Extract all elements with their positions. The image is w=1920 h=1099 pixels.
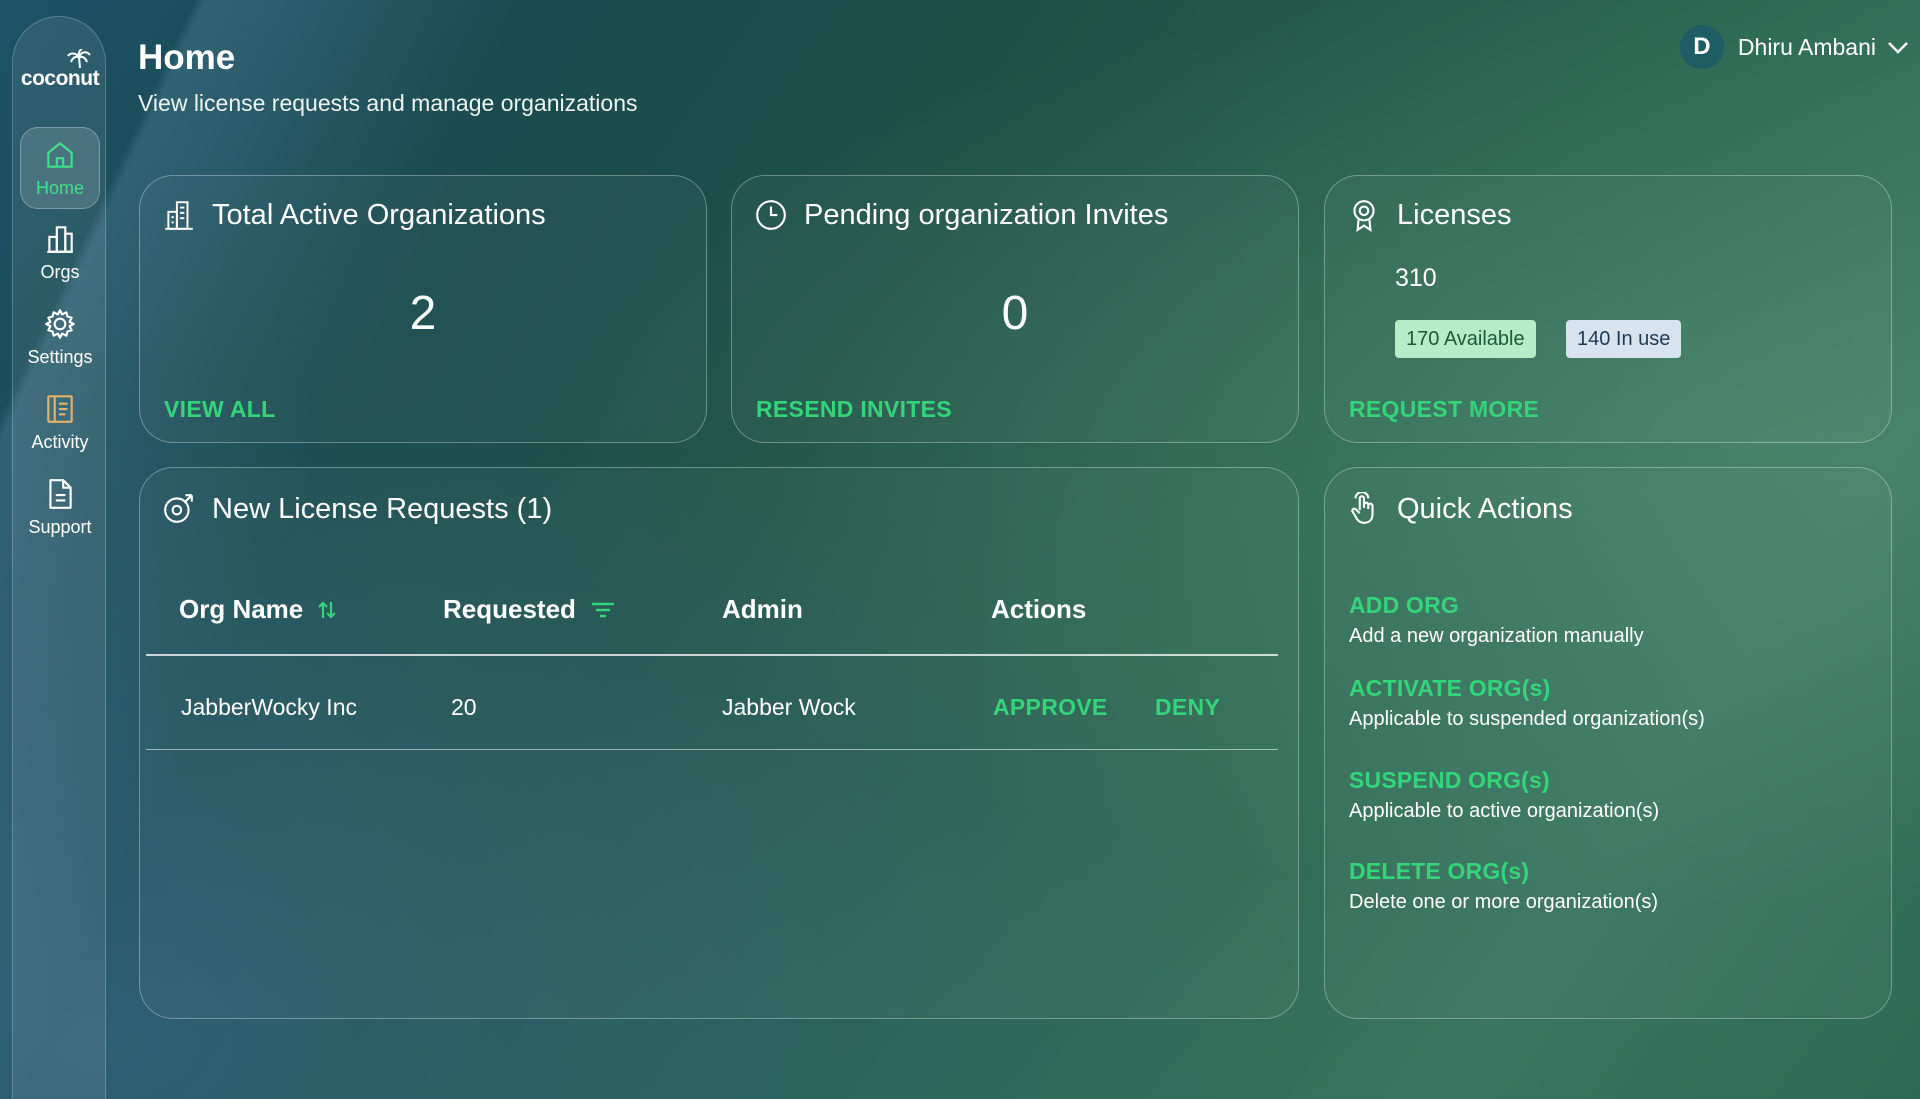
- clock-icon: [756, 200, 786, 230]
- gear-icon: [45, 308, 75, 339]
- view-all-link[interactable]: VIEW ALL: [164, 396, 275, 423]
- card-title: Licenses: [1397, 198, 1512, 231]
- column-label: Requested: [443, 594, 576, 624]
- award-badge-icon: [1353, 200, 1375, 232]
- page-subtitle: View license requests and manage organiz…: [138, 90, 638, 116]
- licenses-card: Licenses 310 170 Available 140 In use RE…: [1324, 175, 1892, 443]
- pending-invites-card: Pending organization Invites 0 RESEND IN…: [731, 175, 1299, 443]
- total-orgs-card: Total Active Organizations 2 VIEW ALL: [139, 175, 707, 443]
- action-title[interactable]: ADD ORG: [1349, 592, 1644, 619]
- cell-admin: Jabber Wock: [722, 694, 856, 720]
- delete-orgs-action[interactable]: DELETE ORG(s) Delete one or more organiz…: [1349, 858, 1658, 914]
- cell-org-name: JabberWocky Inc: [181, 694, 357, 720]
- building-icon: [47, 225, 73, 253]
- column-org-name[interactable]: Org Name: [179, 594, 337, 625]
- card-title: Quick Actions: [1397, 492, 1573, 525]
- license-total: 310: [1395, 264, 1437, 292]
- sidebar-item-activity[interactable]: Activity: [20, 381, 100, 463]
- sidebar-item-label: Home: [35, 177, 84, 198]
- request-more-link[interactable]: REQUEST MORE: [1349, 396, 1539, 423]
- document-icon: [49, 478, 72, 509]
- sidebar: coconut Home Orgs Settings Activity Supp…: [12, 16, 106, 1099]
- sidebar-item-label: Support: [28, 516, 92, 537]
- action-description: Applicable to suspended organization(s): [1349, 708, 1705, 730]
- sidebar-item-orgs[interactable]: Orgs: [20, 211, 100, 293]
- card-title: New License Requests (1): [212, 492, 553, 525]
- action-description: Applicable to active organization(s): [1349, 800, 1660, 822]
- logo-text: coconut: [20, 67, 100, 90]
- sidebar-item-support[interactable]: Support: [20, 466, 100, 548]
- user-name: Dhiru Ambani: [1737, 33, 1876, 60]
- activity-log-icon: [47, 394, 73, 423]
- activate-orgs-action[interactable]: ACTIVATE ORG(s) Applicable to suspended …: [1349, 675, 1705, 731]
- card-title: Pending organization Invites: [804, 198, 1169, 231]
- license-requests-card: New License Requests (1) Org Name Reques…: [139, 467, 1299, 1019]
- sidebar-item-home[interactable]: Home: [20, 127, 100, 209]
- resend-invites-link[interactable]: RESEND INVITES: [756, 396, 952, 423]
- palm-tree-icon: [67, 49, 91, 69]
- chevron-down-icon: [1888, 42, 1908, 54]
- column-requested[interactable]: Requested: [443, 594, 616, 625]
- home-icon: [47, 141, 73, 168]
- sidebar-item-settings[interactable]: Settings: [20, 296, 100, 378]
- deny-button[interactable]: DENY: [1155, 694, 1220, 721]
- sidebar-item-label: Activity: [31, 431, 89, 452]
- approve-button[interactable]: APPROVE: [993, 694, 1108, 721]
- suspend-orgs-action[interactable]: SUSPEND ORG(s) Applicable to active orga…: [1349, 767, 1659, 823]
- action-description: Delete one or more organization(s): [1349, 891, 1659, 913]
- sort-icon[interactable]: [317, 598, 337, 622]
- action-title[interactable]: ACTIVATE ORG(s): [1349, 675, 1705, 702]
- column-actions: Actions: [991, 594, 1086, 625]
- filter-icon[interactable]: [590, 600, 616, 620]
- building-icon: [165, 201, 193, 230]
- sidebar-item-label: Settings: [27, 346, 93, 367]
- column-label: Admin: [722, 594, 803, 624]
- invite-count: 0: [1001, 287, 1029, 340]
- add-org-action[interactable]: ADD ORG Add a new organization manually: [1349, 592, 1644, 648]
- action-title[interactable]: DELETE ORG(s): [1349, 858, 1658, 885]
- avatar: D: [1679, 25, 1724, 69]
- in-use-badge: 140 In use: [1566, 320, 1682, 358]
- available-badge: 170 Available: [1395, 320, 1536, 358]
- sidebar-item-label: Orgs: [40, 261, 80, 282]
- action-description: Add a new organization manually: [1349, 625, 1644, 647]
- tap-gesture-icon: [1351, 492, 1374, 524]
- card-title: Total Active Organizations: [212, 198, 546, 231]
- license-request-icon: [164, 494, 193, 523]
- column-admin: Admin: [722, 594, 803, 625]
- quick-actions-card: Quick Actions ADD ORG Add a new organiza…: [1324, 467, 1892, 1019]
- user-menu[interactable]: D Dhiru Ambani: [1679, 24, 1910, 70]
- column-label: Org Name: [179, 594, 304, 624]
- page-title: Home: [138, 38, 236, 77]
- column-label: Actions: [991, 594, 1087, 624]
- app-logo[interactable]: coconut: [20, 47, 100, 97]
- cell-requested: 20: [451, 694, 477, 720]
- action-title[interactable]: SUSPEND ORG(s): [1349, 767, 1659, 794]
- org-count: 2: [409, 287, 437, 340]
